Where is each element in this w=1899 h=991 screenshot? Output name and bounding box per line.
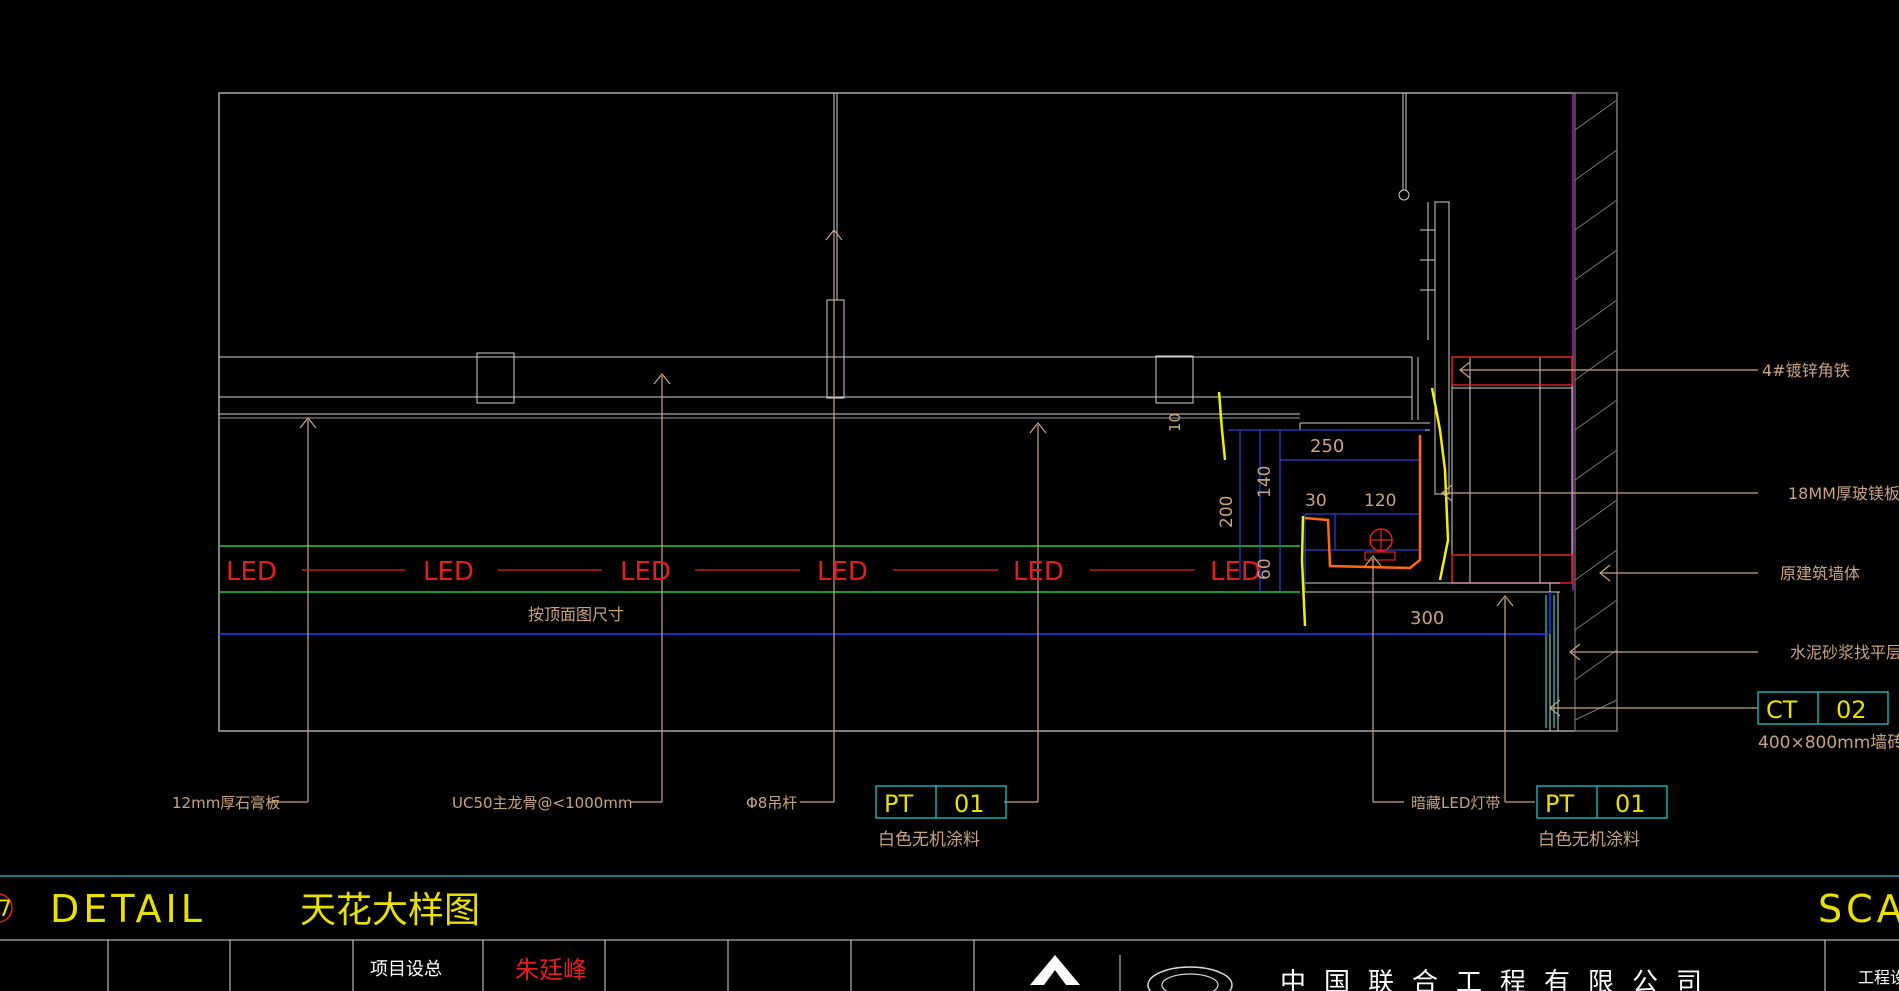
led-guides <box>219 545 1551 635</box>
led-row: LED LED LED LED LED LED <box>226 557 1261 587</box>
dim-300: 300 <box>1410 608 1444 629</box>
scale-label: SCAL <box>1818 887 1899 931</box>
callout-led-strip: 暗藏LED灯带 <box>1411 794 1500 812</box>
company-logo-icon <box>1030 955 1233 991</box>
dim-250: 250 <box>1310 436 1344 457</box>
led-cove <box>1217 387 1450 627</box>
callout-mgo-board: 18MM厚玻镁板基层 <box>1788 484 1899 503</box>
tag-pt2-num: 01 <box>1615 790 1646 818</box>
led-label-5: LED <box>1013 557 1064 587</box>
led-label-3: LED <box>620 557 671 587</box>
wall-hatch <box>1572 92 1618 732</box>
tag-ct-code: CT <box>1766 696 1798 724</box>
tag-ct-desc: 400×800mm墙砖 <box>1758 733 1899 753</box>
drawing-frame <box>218 92 1618 732</box>
detail-number: 7 <box>0 897 12 922</box>
callout-mortar: 水泥砂浆找平层 <box>1790 643 1899 662</box>
hanger-rods <box>826 93 1410 399</box>
signature: 朱廷峰 <box>515 956 587 984</box>
tag-pt2-code: PT <box>1545 790 1574 818</box>
tag-ct02: CT 02 400×800mm墙砖 <box>1757 691 1899 753</box>
dim-120: 120 <box>1364 491 1396 511</box>
main-keel-band <box>219 352 1412 419</box>
company-name: 中国联合工程有限公司 <box>1280 968 1720 991</box>
callout-rod: Φ8吊杆 <box>746 794 797 812</box>
callout-angle-steel: 4#镀锌角铁 <box>1762 361 1850 380</box>
tag-pt01-right: PT 01 白色无机涂料 <box>1536 785 1668 850</box>
tag-pt2-desc: 白色无机涂料 <box>1538 830 1640 850</box>
dim-140: 140 <box>1255 466 1275 498</box>
dim-60: 60 <box>1255 558 1275 580</box>
ceiling-size-note: 按顶面图尺寸 <box>528 605 624 624</box>
tag-pt01-left: PT 01 白色无机涂料 <box>875 785 1007 850</box>
led-label-4: LED <box>817 557 868 587</box>
led-label-6: LED <box>1210 557 1261 587</box>
callout-keel: UC50主龙骨@<1000mm <box>452 794 633 812</box>
led-label-1: LED <box>226 557 277 587</box>
right-fixings <box>1299 201 1573 731</box>
tag-ct-num: 02 <box>1836 696 1867 724</box>
ceiling-detail-drawing: LED LED LED LED LED LED 按顶面图尺寸 250 140 2… <box>0 92 1899 991</box>
title-block: 7 DETAIL 天花大样图 SCAL 项目设总 朱廷峰 中国联合工程有限公司 … <box>0 875 1899 991</box>
right-label: 工程设计 <box>1858 968 1899 987</box>
dim-200: 200 <box>1217 496 1237 528</box>
drawing-title: 天花大样图 <box>300 890 480 931</box>
right-callouts: 4#镀锌角铁 18MM厚玻镁板基层 原建筑墙体 水泥砂浆找平层 <box>1762 361 1899 662</box>
callout-wall: 原建筑墙体 <box>1780 564 1860 583</box>
led-label-2: LED <box>423 557 474 587</box>
detail-label: DETAIL <box>50 887 206 931</box>
leader-lines <box>268 229 1758 803</box>
dim-10: 10 <box>1166 413 1184 432</box>
bottom-callouts: 12mm厚石膏板 UC50主龙骨@<1000mm Φ8吊杆 暗藏LED灯带 <box>172 794 1500 812</box>
tag-pt1-num: 01 <box>954 790 985 818</box>
dim-30: 30 <box>1305 491 1327 511</box>
tag-pt1-desc: 白色无机涂料 <box>878 830 980 850</box>
callout-gypsum: 12mm厚石膏板 <box>172 794 280 812</box>
tag-pt1-code: PT <box>884 790 913 818</box>
project-role: 项目设总 <box>370 959 442 980</box>
